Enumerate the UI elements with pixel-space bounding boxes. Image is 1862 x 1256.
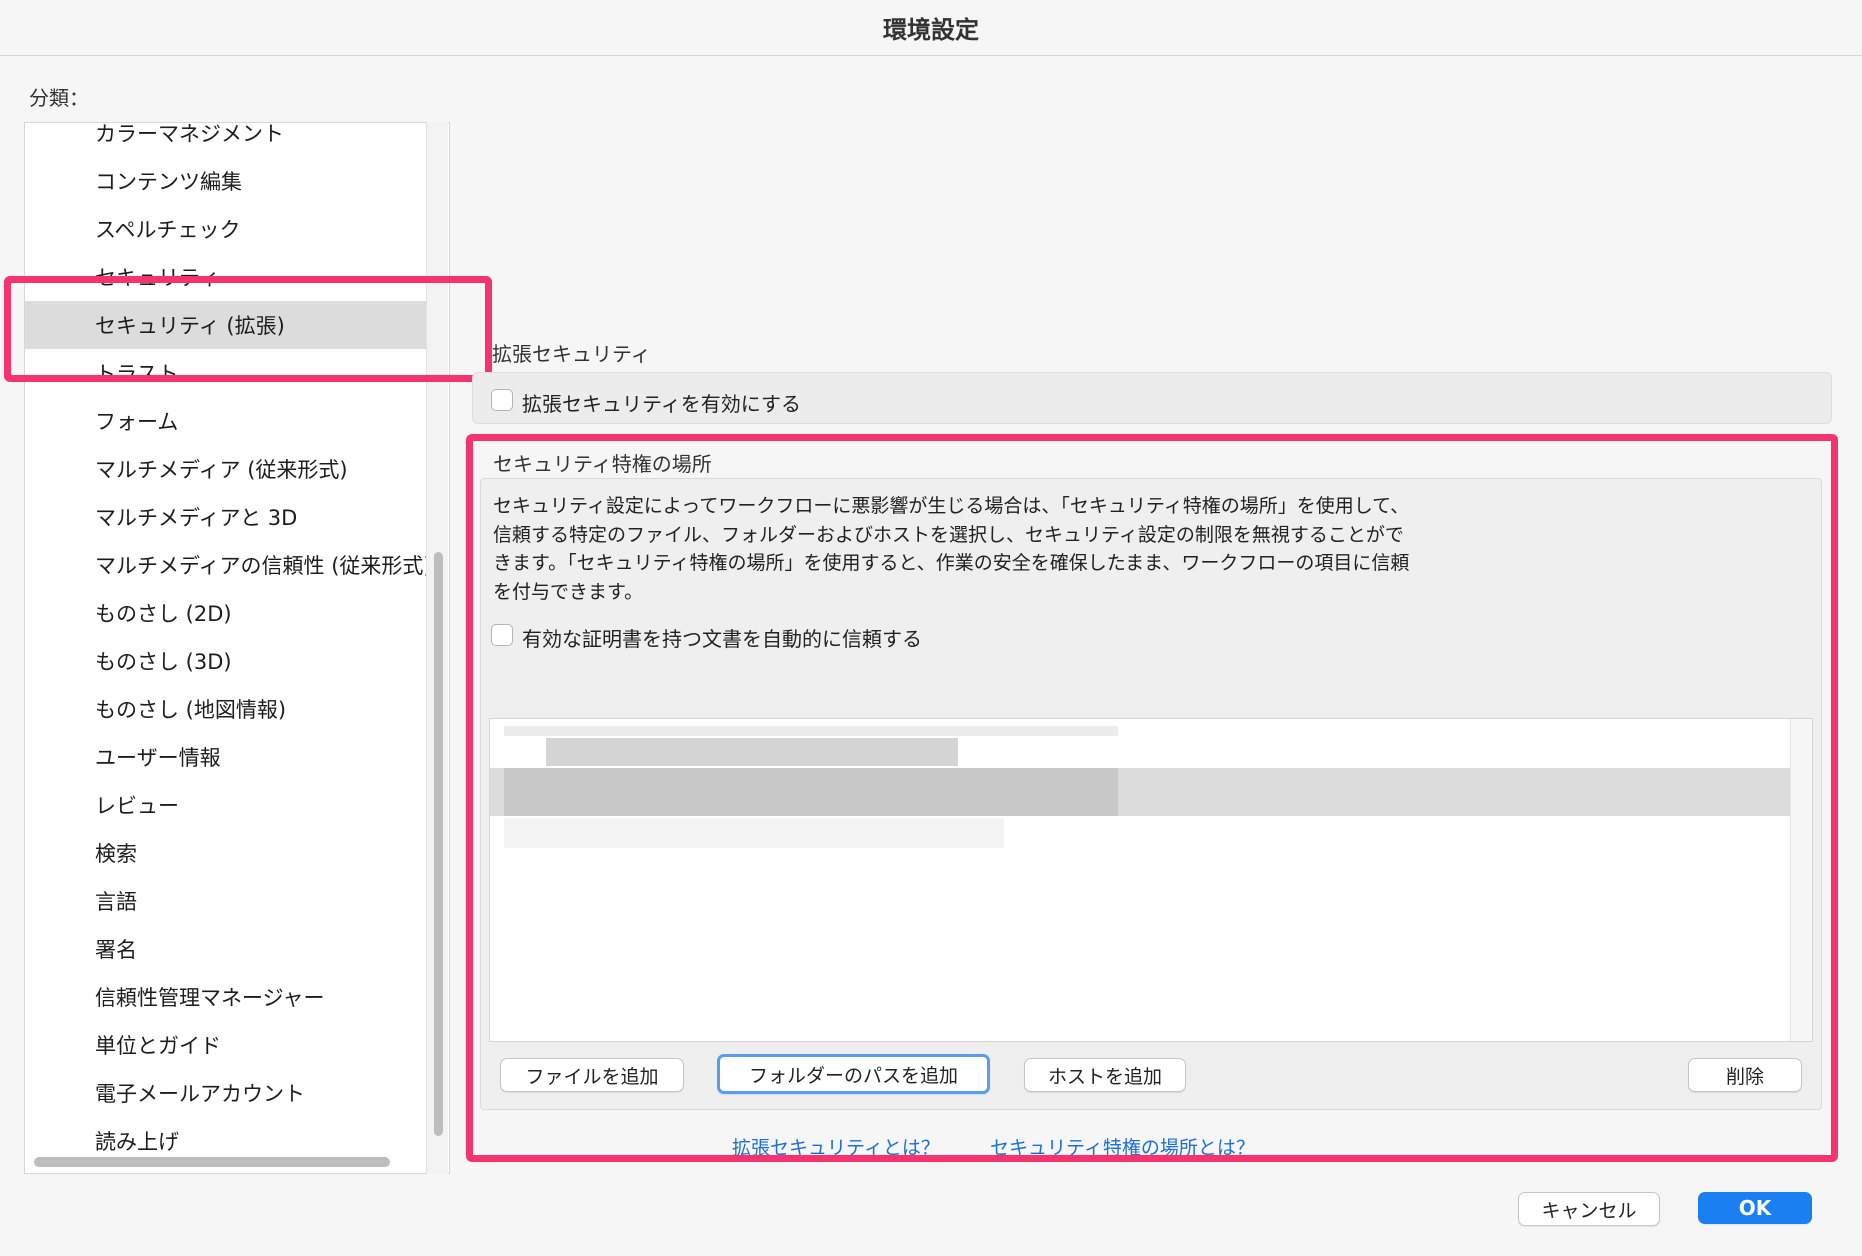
sidebar-item-language[interactable]: 言語 [25, 877, 427, 925]
description-line-1: セキュリティ設定によってワークフローに悪影響が生じる場合は、「セキュリティ特権の… [493, 495, 1410, 517]
cancel-button[interactable]: キャンセル [1518, 1192, 1660, 1226]
description-line-3: きます。「セキュリティ特権の場所」を使用すると、作業の安全を確保したまま、ワーク… [493, 552, 1410, 574]
category-label: 分類： [29, 86, 89, 110]
redacted-text [504, 818, 1004, 848]
sidebar-item-trust[interactable]: トラスト [25, 349, 427, 397]
add-folder-path-button[interactable]: フォルダーのパスを追加 [717, 1054, 990, 1094]
auto-trust-certified-label[interactable]: 有効な証明書を持つ文書を自動的に信頼する [522, 623, 922, 652]
add-host-button[interactable]: ホストを追加 [1024, 1058, 1186, 1092]
ok-button[interactable]: OK [1698, 1192, 1812, 1224]
sidebar-item-multimedia-trust[interactable]: マルチメディアの信頼性 (従来形式) [25, 541, 432, 589]
description-line-4: を付与できます。 [493, 580, 644, 603]
sidebar-item-enhanced-security[interactable]: セキュリティ (拡張) [25, 301, 427, 349]
sidebar-item-security[interactable]: セキュリティ [25, 253, 427, 301]
enhanced-security-title: 拡張セキュリティ [492, 342, 651, 366]
privileged-locations-list[interactable] [489, 718, 1813, 1042]
sidebar-item-review[interactable]: レビュー [25, 781, 427, 829]
sidebar-item-search[interactable]: 検索 [25, 829, 427, 877]
auto-trust-certified-checkbox[interactable] [491, 624, 513, 646]
privileged-locations-description: セキュリティ設定によってワークフローに悪影響が生じる場合は、「セキュリティ特権の… [493, 492, 1503, 606]
what-is-enhanced-security-link[interactable]: 拡張セキュリティとは？ [732, 1133, 940, 1160]
enable-enhanced-security-label[interactable]: 拡張セキュリティを有効にする [522, 388, 801, 417]
sidebar-item-measuring-2d[interactable]: ものさし (2D) [25, 589, 427, 637]
sidebar-vertical-scroll-thumb[interactable] [434, 552, 443, 1136]
sidebar-item-content-editing[interactable]: コンテンツ編集 [25, 157, 427, 205]
redacted-text [504, 726, 1118, 736]
sidebar-item-units-guides[interactable]: 単位とガイド [25, 1021, 427, 1069]
sidebar-item-multimedia-legacy[interactable]: マルチメディア (従来形式) [25, 445, 427, 493]
sidebar-item-multimedia-3d[interactable]: マルチメディアと 3D [25, 493, 427, 541]
privileged-locations-title: セキュリティ特権の場所 [493, 452, 712, 476]
sidebar-item-email-accounts[interactable]: 電子メールアカウント [25, 1069, 427, 1117]
add-file-button[interactable]: ファイルを追加 [500, 1058, 684, 1092]
sidebar-item-measuring-geo[interactable]: ものさし (地図情報) [25, 685, 427, 733]
sidebar-item-measuring-3d[interactable]: ものさし (3D) [25, 637, 427, 685]
redacted-text [504, 768, 1118, 816]
description-line-2: 信頼する特定のファイル、フォルダーおよびホストを選択し、セキュリティ設定の制限を… [493, 523, 1404, 546]
redacted-text [546, 738, 958, 766]
sidebar-item-color-management[interactable]: カラーマネジメント [25, 123, 427, 157]
what-is-privileged-locations-link[interactable]: セキュリティ特権の場所とは？ [990, 1133, 1255, 1160]
sidebar-item-spelling[interactable]: スペルチェック [25, 205, 427, 253]
sidebar-item-forms[interactable]: フォーム [25, 397, 427, 445]
sidebar-item-trust-manager[interactable]: 信頼性管理マネージャー [25, 973, 427, 1021]
list-vertical-scrollbar[interactable] [1790, 719, 1812, 1041]
sidebar-horizontal-scroll-thumb[interactable] [34, 1157, 390, 1167]
enable-enhanced-security-checkbox[interactable] [491, 389, 513, 411]
sidebar-item-identity[interactable]: ユーザー情報 [25, 733, 427, 781]
window-title: 環境設定 [0, 0, 1862, 56]
category-list[interactable]: カラーマネジメント コンテンツ編集 スペルチェック セキュリティ セキュリティ … [24, 122, 450, 1174]
sidebar-item-signatures[interactable]: 署名 [25, 925, 427, 973]
delete-button[interactable]: 削除 [1688, 1058, 1802, 1092]
